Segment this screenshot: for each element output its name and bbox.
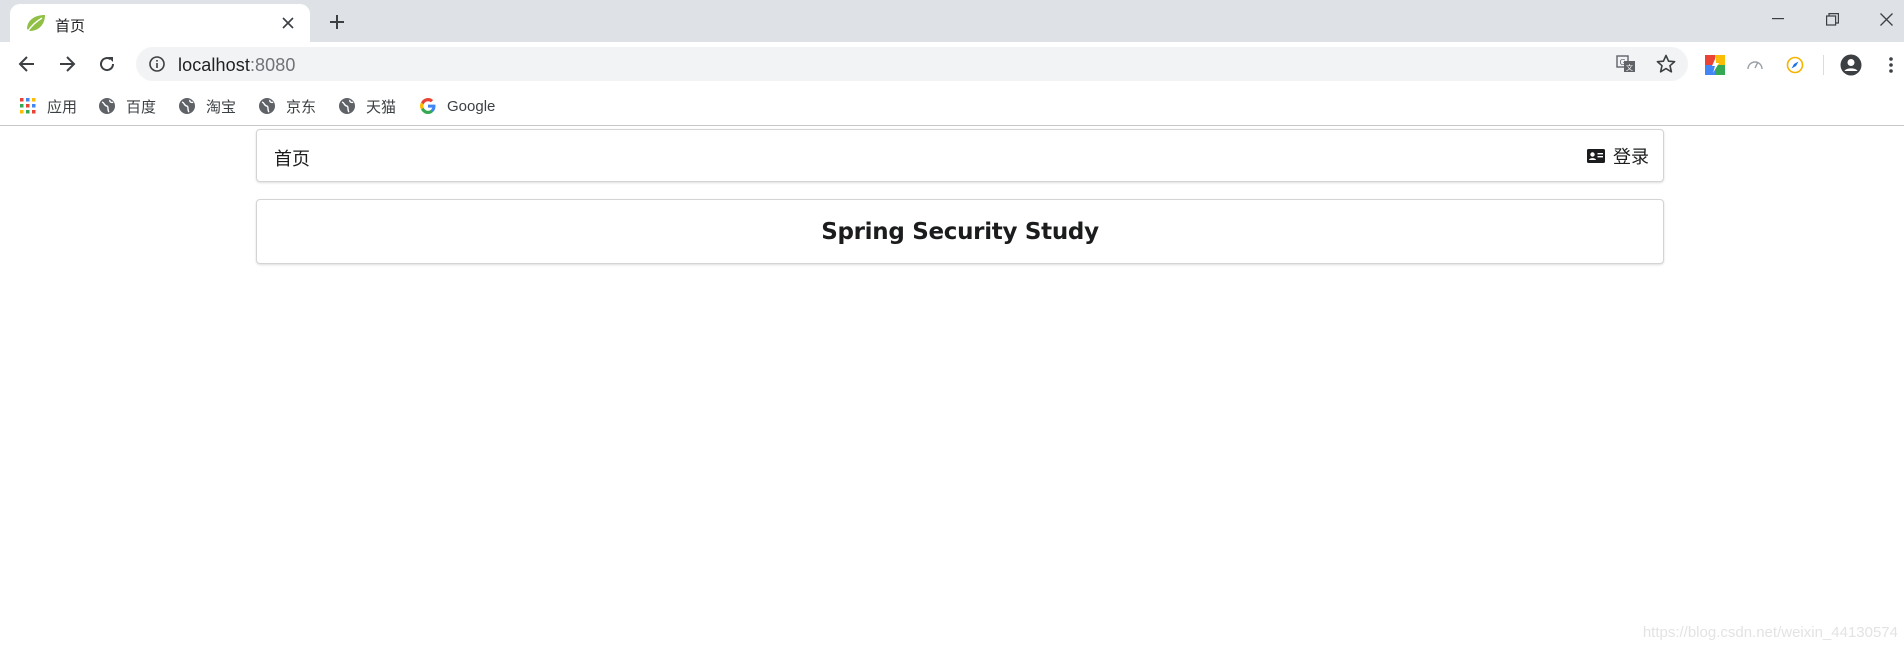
restore-icon[interactable] — [1812, 4, 1852, 34]
info-icon[interactable] — [148, 55, 166, 73]
globe-icon — [338, 97, 356, 115]
google-icon — [419, 97, 437, 115]
browser-toolbar: localhost:8080 G文 — [0, 42, 1904, 86]
globe-icon — [98, 97, 116, 115]
browser-tab[interactable]: 首页 — [10, 4, 310, 42]
bookmark-tmall[interactable]: 天猫 — [338, 95, 396, 117]
star-bookmark-icon[interactable] — [1654, 53, 1678, 75]
title-segment: Spring Security Study — [256, 199, 1664, 264]
bookmark-label: Google — [447, 97, 496, 115]
bookmark-google[interactable]: Google — [419, 95, 495, 117]
login-label: 登录 — [1613, 147, 1649, 167]
speedometer-extension-icon[interactable] — [1742, 52, 1768, 78]
spring-leaf-icon — [24, 12, 48, 34]
bookmark-label: 淘宝 — [206, 98, 237, 116]
home-link[interactable]: 首页 — [274, 145, 310, 171]
page-title: Spring Security Study — [821, 218, 1099, 245]
id-card-icon — [1587, 149, 1605, 163]
bookmark-baidu[interactable]: 百度 — [98, 95, 156, 117]
bookmark-label: 百度 — [126, 98, 157, 116]
translate-icon[interactable]: G文 — [1614, 53, 1638, 75]
url-text[interactable]: localhost:8080 — [178, 55, 296, 76]
login-link[interactable]: 登录 — [1587, 143, 1649, 169]
close-tab-icon[interactable] — [278, 13, 298, 33]
browser-tabstrip: 首页 — [0, 0, 1904, 42]
tab-title: 首页 — [55, 18, 86, 35]
compass-extension-icon[interactable] — [1782, 52, 1808, 78]
watermark-text: https://blog.csdn.net/weixin_44130574 — [1642, 624, 1898, 641]
forward-arrow-icon[interactable] — [52, 49, 82, 79]
back-arrow-icon[interactable] — [12, 49, 42, 79]
apps-grid-icon — [19, 97, 37, 115]
bookmark-jd[interactable]: 京东 — [258, 95, 316, 117]
bookmark-taobao[interactable]: 淘宝 — [178, 95, 236, 117]
bookmark-label: 京东 — [286, 98, 317, 116]
bookmark-label: 天猫 — [366, 98, 397, 116]
close-window-icon[interactable] — [1866, 4, 1904, 34]
reload-icon[interactable] — [92, 49, 122, 79]
bookmarks-bar: 应用 百度 淘宝 京东 天猫 Google — [0, 86, 1904, 126]
colorful-extension-icon[interactable] — [1702, 52, 1728, 78]
bookmark-label: 应用 — [47, 98, 78, 116]
url-port: :8080 — [249, 55, 296, 75]
svg-text:文: 文 — [1626, 63, 1633, 72]
globe-icon — [258, 97, 276, 115]
address-bar[interactable]: localhost:8080 G文 — [136, 47, 1688, 81]
profile-avatar-icon[interactable] — [1838, 52, 1864, 78]
bookmark-apps[interactable]: 应用 — [19, 95, 77, 117]
more-menu-icon[interactable] — [1878, 52, 1904, 78]
toolbar-divider — [1823, 55, 1824, 75]
minimize-icon[interactable] — [1758, 4, 1798, 34]
new-tab-icon[interactable] — [324, 9, 350, 35]
globe-icon — [178, 97, 196, 115]
top-menu-bar: 首页 登录 — [256, 129, 1664, 182]
url-host: localhost — [178, 55, 250, 75]
